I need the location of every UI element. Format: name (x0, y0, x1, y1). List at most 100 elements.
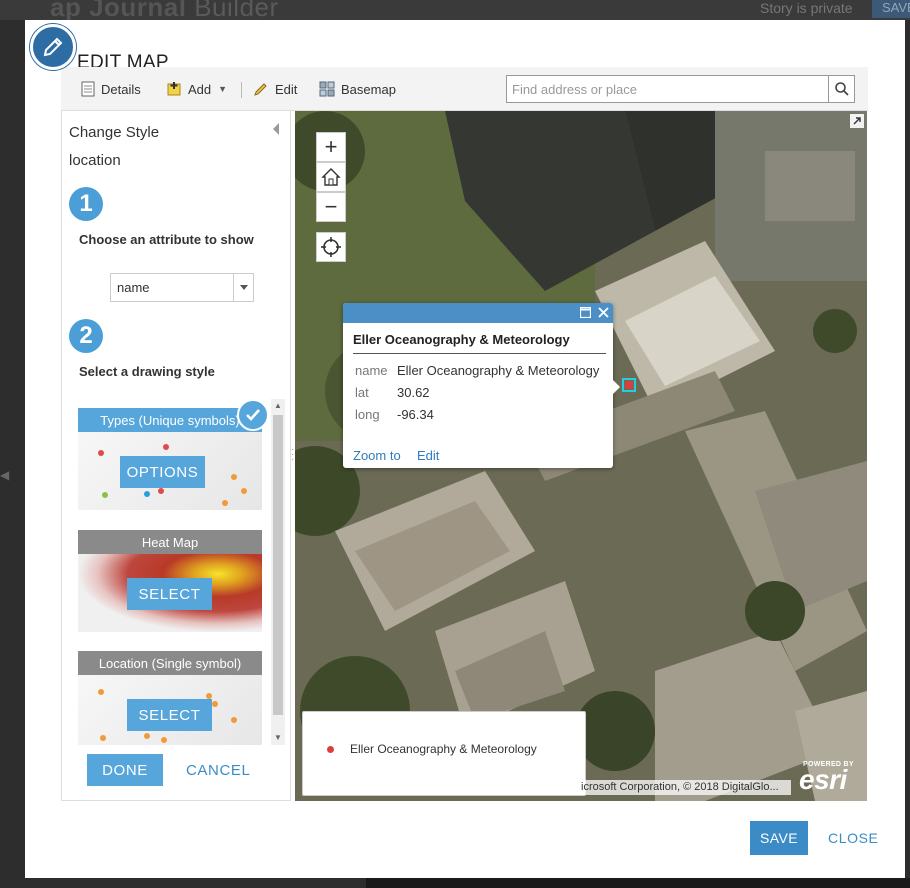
home-icon (321, 168, 341, 186)
options-button[interactable]: OPTIONS (120, 456, 205, 488)
details-button[interactable]: Details (81, 79, 141, 99)
style-card-title: Heat Map (78, 530, 262, 554)
chevron-down-icon (233, 274, 253, 301)
preview-dot (102, 492, 108, 498)
collapse-panel-icon[interactable] (273, 123, 279, 135)
popup-field-name: name Eller Oceanography & Meteorology (355, 363, 599, 378)
details-icon (81, 81, 95, 97)
map-feature-marker[interactable] (622, 378, 636, 392)
preview-dot (163, 444, 169, 450)
preview-dot (98, 689, 104, 695)
basemap-label: Basemap (341, 81, 396, 97)
close-button[interactable]: CLOSE (828, 821, 878, 855)
feature-popup: Eller Oceanography & Meteorology name Ell… (343, 303, 620, 468)
panel-title: Change Style (69, 124, 160, 141)
locate-button[interactable] (316, 232, 346, 262)
popup-field-key: lat (355, 385, 369, 400)
step-1-label: Choose an attribute to show (79, 232, 254, 247)
step-2-badge: 2 (69, 319, 103, 353)
search-box (506, 75, 855, 103)
step-1-badge: 1 (69, 187, 103, 221)
app-title-light: Builder (194, 0, 279, 22)
preview-dot (98, 450, 104, 456)
details-label: Details (101, 81, 141, 97)
style-list-scrollbar[interactable]: ▲ ▼ (271, 399, 285, 745)
fullscreen-expand-icon[interactable] (849, 113, 865, 129)
cancel-button[interactable]: CANCEL (186, 754, 250, 786)
popup-field-key: long (355, 407, 380, 422)
search-icon (834, 82, 849, 96)
popup-field-lat: lat 30.62 (355, 385, 430, 400)
satellite-map[interactable]: + − Eller Oceanography & Meteorology nam… (295, 111, 867, 801)
preview-dot (100, 735, 106, 741)
app-title-bold: ap Journal (50, 0, 187, 22)
preview-dot (231, 717, 237, 723)
popup-divider (353, 353, 606, 354)
chevron-down-icon: ▼ (218, 84, 228, 94)
attribute-select-value: name (117, 280, 150, 295)
edit-button[interactable]: Edit (253, 79, 297, 99)
map-toolbar: Details Add ▼ Edit Basemap (61, 67, 868, 111)
search-button[interactable] (828, 76, 854, 102)
esri-logo: POWERED BY esri (795, 758, 863, 796)
drawing-style-list: Types (Unique symbols) OPTIONS Heat Map … (78, 399, 286, 745)
popup-field-value: 30.62 (397, 385, 430, 400)
popup-title: Eller Oceanography & Meteorology (353, 332, 570, 347)
preview-dot (144, 491, 150, 497)
app-bottom-bar (366, 878, 910, 888)
home-button[interactable] (316, 162, 346, 192)
preview-dot (161, 737, 167, 743)
scroll-thumb[interactable] (273, 415, 283, 715)
zoom-out-button[interactable]: − (316, 192, 346, 222)
basemap-button[interactable]: Basemap (319, 79, 396, 99)
add-button[interactable]: Add ▼ (166, 79, 227, 99)
selected-checkmark-icon (237, 399, 269, 431)
app-header: ap Journal Builder Story is private SAVE (0, 0, 910, 22)
left-nav-arrow-icon[interactable]: ◀ (0, 468, 9, 482)
maximize-icon[interactable] (580, 307, 591, 318)
panel-resize-handle[interactable]: · · · (291, 445, 294, 465)
style-card-title: Location (Single symbol) (78, 651, 262, 675)
pencil-icon (30, 24, 76, 70)
done-button[interactable]: DONE (87, 754, 163, 786)
change-style-panel: Change Style location 1 Choose an attrib… (61, 111, 291, 801)
popup-pointer (613, 380, 620, 394)
edit-label: Edit (275, 81, 298, 97)
layer-name: location (69, 152, 121, 169)
scroll-down-icon[interactable]: ▼ (274, 733, 282, 742)
popup-edit-link[interactable]: Edit (417, 448, 439, 463)
location-select-button[interactable]: SELECT (127, 699, 212, 731)
attribute-select[interactable]: name (110, 273, 254, 302)
preview-dot (212, 701, 218, 707)
map-legend: Eller Oceanography & Meteorology (302, 711, 586, 796)
toolbar-divider (241, 82, 242, 98)
preview-dot (222, 500, 228, 506)
style-card-heat-map[interactable]: Heat Map SELECT (78, 530, 262, 632)
app-save-button[interactable]: SAVE (872, 0, 910, 18)
basemap-grid-icon (319, 81, 335, 97)
style-card-title: Types (Unique symbols) (78, 408, 262, 432)
zoom-to-link[interactable]: Zoom to (353, 448, 401, 463)
style-card-types[interactable]: Types (Unique symbols) OPTIONS (78, 408, 262, 510)
preview-dot (158, 488, 164, 494)
privacy-status: Story is private (760, 0, 853, 16)
legend-label: Eller Oceanography & Meteorology (350, 742, 537, 756)
popup-field-long: long -96.34 (355, 407, 434, 422)
legend-symbol (327, 746, 334, 753)
popup-header (343, 303, 613, 323)
heat-map-select-button[interactable]: SELECT (127, 578, 212, 610)
save-button[interactable]: SAVE (750, 821, 808, 855)
preview-dot (144, 733, 150, 739)
scroll-up-icon[interactable]: ▲ (274, 401, 282, 410)
popup-field-value: Eller Oceanography & Meteorology (397, 363, 600, 378)
search-input[interactable] (507, 76, 829, 102)
esri-logo-name: esri (799, 764, 847, 795)
popup-field-value: -96.34 (397, 407, 434, 422)
preview-dot (241, 488, 247, 494)
zoom-in-button[interactable]: + (316, 132, 346, 162)
close-icon[interactable] (598, 307, 609, 318)
locate-crosshair-icon (321, 237, 341, 257)
preview-dot (231, 474, 237, 480)
style-card-location[interactable]: Location (Single symbol) SELECT (78, 651, 262, 745)
popup-field-key: name (355, 363, 388, 378)
